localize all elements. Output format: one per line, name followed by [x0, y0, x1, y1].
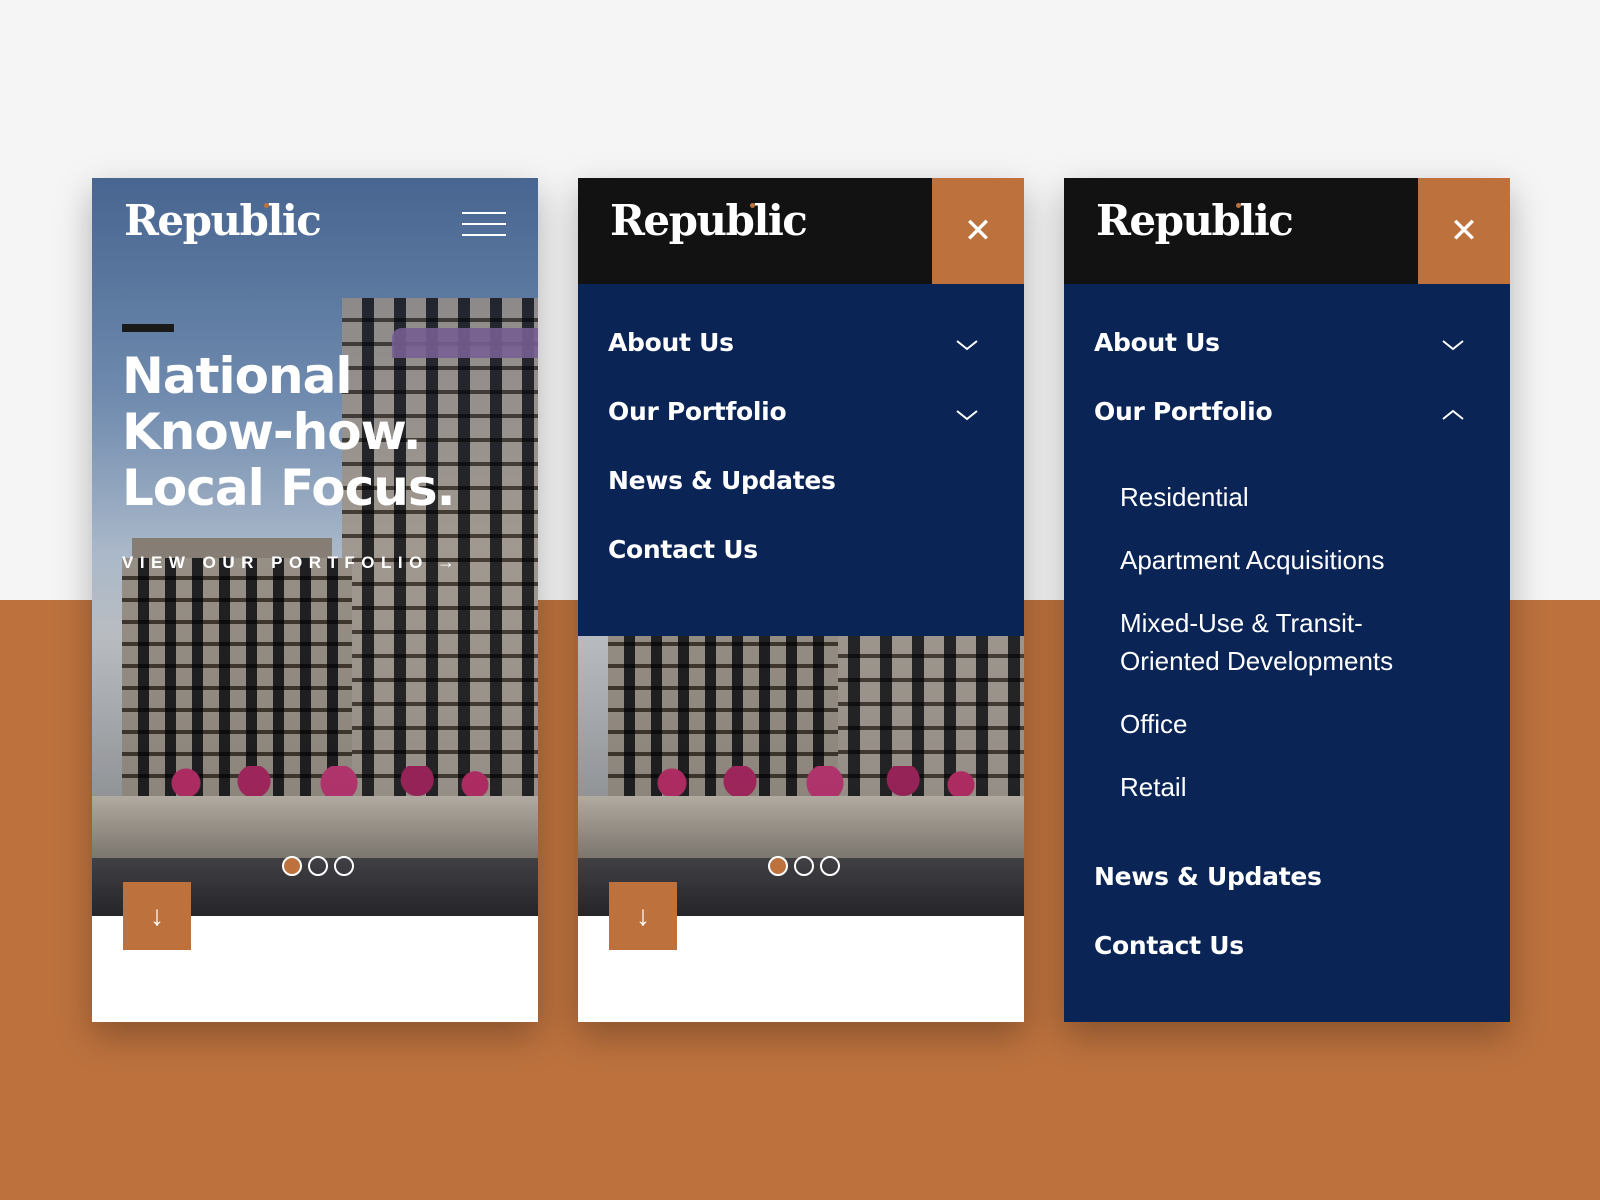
submenu-item-apartment-acquisitions[interactable]: Apartment Acquisitions: [1120, 541, 1384, 579]
close-icon: ✕: [1449, 212, 1479, 250]
carousel-dot-3[interactable]: [334, 856, 354, 876]
headline-accent-bar: [122, 324, 174, 332]
arrow-down-icon: ↓: [150, 900, 164, 931]
chevron-down-icon[interactable]: [956, 404, 978, 426]
scroll-down-button[interactable]: ↓: [123, 882, 191, 950]
headline-line-3: Local Focus.: [122, 459, 456, 517]
close-icon: ✕: [963, 212, 993, 250]
menu-item-news-updates[interactable]: News & Updates: [1094, 862, 1322, 891]
hero-headline: National Know-how. Local Focus.: [122, 348, 522, 516]
submenu-item-mixed-use-line-2[interactable]: Oriented Developments: [1120, 642, 1393, 680]
logo-dot: [264, 203, 269, 208]
hamburger-icon[interactable]: [462, 212, 506, 238]
hero-overlay: [92, 178, 538, 916]
phone-menu-expanded-screen: Republic ✕ About Us Our Portfolio Reside…: [1064, 178, 1510, 1022]
chevron-down-icon[interactable]: [1442, 334, 1464, 356]
menu-item-contact-us[interactable]: Contact Us: [608, 535, 758, 564]
submenu-item-retail[interactable]: Retail: [1120, 768, 1186, 806]
carousel-dot-2[interactable]: [308, 856, 328, 876]
chevron-up-icon[interactable]: [1442, 404, 1464, 426]
menu-item-news-updates[interactable]: News & Updates: [608, 466, 836, 495]
menu-item-our-portfolio[interactable]: Our Portfolio: [608, 397, 787, 426]
arrow-down-icon: ↓: [636, 900, 650, 931]
headline-line-1: National: [122, 347, 352, 405]
carousel-dots: [768, 856, 840, 876]
menu-item-about-us[interactable]: About Us: [608, 328, 734, 357]
view-portfolio-label: VIEW OUR PORTFOLIO: [122, 552, 429, 572]
phone-menu-screen: ↓ Republic ✕ About Us Our Portfolio News…: [578, 178, 1024, 1022]
logo[interactable]: Republic: [124, 196, 322, 245]
menu-item-our-portfolio[interactable]: Our Portfolio: [1094, 397, 1273, 426]
carousel-dot-1[interactable]: [282, 856, 302, 876]
logo-dot: [1236, 203, 1241, 208]
submenu-item-residential[interactable]: Residential: [1120, 478, 1249, 516]
submenu-item-office[interactable]: Office: [1120, 705, 1187, 743]
carousel-dots: [282, 856, 354, 876]
close-menu-button[interactable]: ✕: [932, 178, 1024, 284]
carousel-dot-3[interactable]: [820, 856, 840, 876]
phone-home-screen: Republic National Know-how. Local Focus.…: [92, 178, 538, 1022]
chevron-down-icon[interactable]: [956, 334, 978, 356]
close-menu-button[interactable]: ✕: [1418, 178, 1510, 284]
view-portfolio-link[interactable]: VIEW OUR PORTFOLIO →: [122, 552, 455, 573]
scroll-down-button[interactable]: ↓: [609, 882, 677, 950]
submenu-item-mixed-use-line-1[interactable]: Mixed-Use & Transit-: [1120, 604, 1363, 642]
logo[interactable]: Republic: [1096, 196, 1294, 245]
headline-line-2: Know-how.: [122, 403, 422, 461]
arrow-right-icon: →: [436, 552, 455, 572]
logo-dot: [750, 203, 755, 208]
carousel-dot-2[interactable]: [794, 856, 814, 876]
menu-item-about-us[interactable]: About Us: [1094, 328, 1220, 357]
carousel-dot-1[interactable]: [768, 856, 788, 876]
logo[interactable]: Republic: [610, 196, 808, 245]
menu-item-contact-us[interactable]: Contact Us: [1094, 931, 1244, 960]
